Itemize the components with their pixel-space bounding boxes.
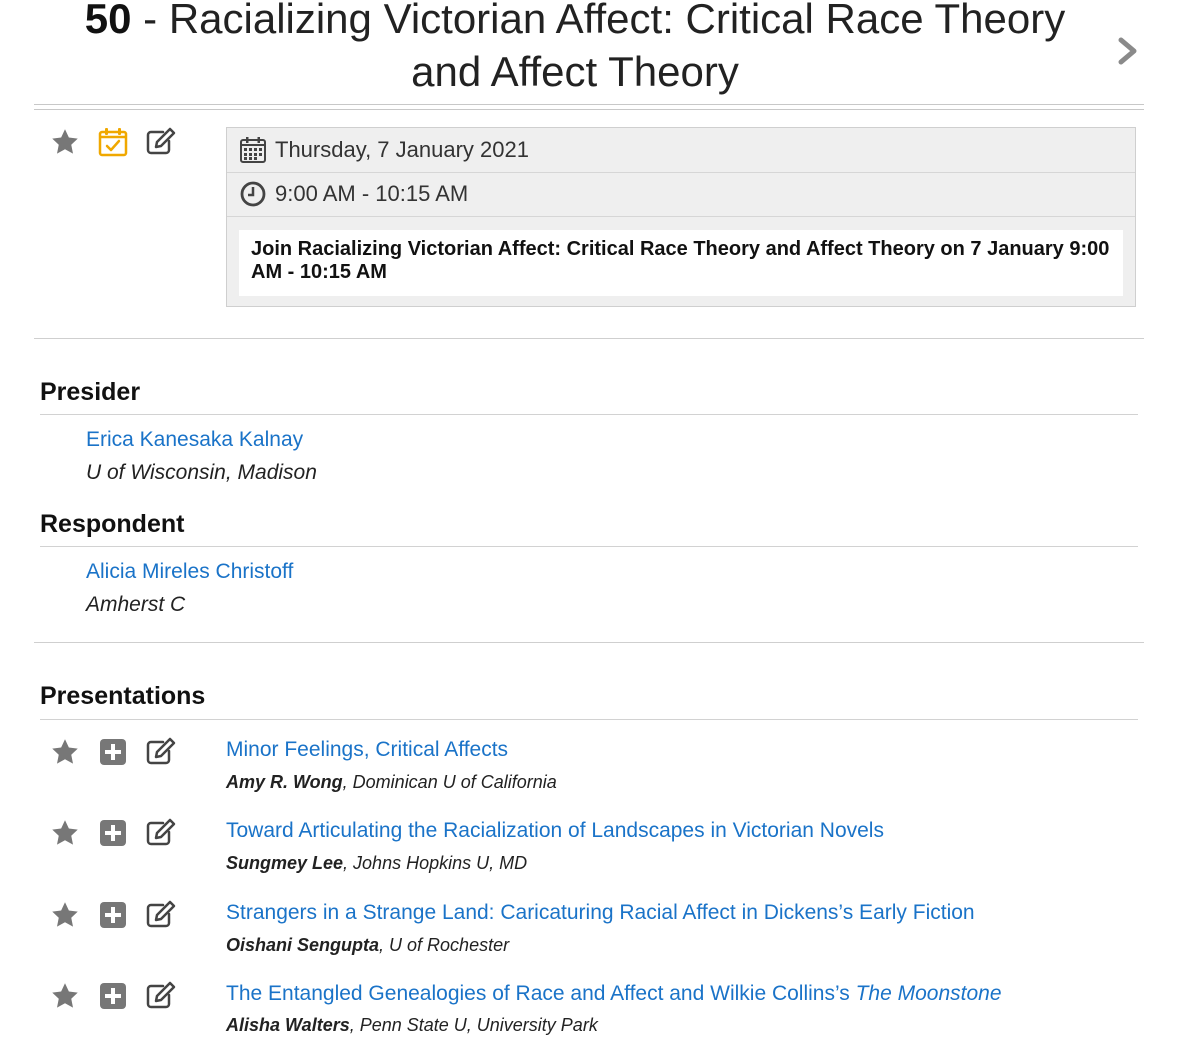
presider-underline [40, 414, 1138, 415]
edit-icon[interactable] [144, 735, 178, 769]
star-icon[interactable] [48, 898, 82, 932]
edit-icon[interactable] [144, 898, 178, 932]
presentation-author: Oishani Sengupta, U of Rochester [226, 935, 509, 956]
presentations-underline [40, 719, 1138, 720]
author-affiliation: , Penn State U, University Park [349, 1015, 598, 1035]
join-link[interactable]: Join Racializing Victorian Affect: Criti… [239, 230, 1123, 296]
schedule-panel: Thursday, 7 January 2021 9:00 AM - 10:15… [226, 127, 1136, 307]
presentation-title-link[interactable]: The Entangled Genealogies of Race and Af… [226, 982, 1002, 1006]
edit-icon[interactable] [144, 125, 178, 159]
presentation-actions [48, 735, 178, 769]
session-title: Racializing Victorian Affect: Critical R… [168, 0, 1066, 95]
presider-heading: Presider [40, 378, 141, 406]
session-number: 50 [84, 0, 132, 42]
presentation-title-link[interactable]: Toward Articulating the Racialization of… [226, 819, 884, 843]
author-affiliation: , Johns Hopkins U, MD [343, 853, 528, 873]
presentation-author: Amy R. Wong, Dominican U of California [226, 772, 557, 793]
presentation-actions [48, 979, 178, 1013]
plus-square-icon[interactable] [96, 816, 130, 850]
title-divider [34, 104, 1144, 110]
author-name: Oishani Sengupta [226, 935, 380, 955]
plus-square-icon[interactable] [96, 735, 130, 769]
title-separator: - [131, 0, 169, 42]
calendar-icon [240, 137, 266, 163]
presentation-title-link[interactable]: Minor Feelings, Critical Affects [226, 738, 508, 762]
section-divider [34, 642, 1144, 643]
star-icon[interactable] [48, 979, 82, 1013]
clock-icon [240, 181, 266, 207]
author-name: Amy R. Wong [226, 772, 343, 792]
presentation-title-link[interactable]: Strangers in a Strange Land: Caricaturin… [226, 901, 975, 925]
respondent-underline [40, 546, 1138, 547]
session-time: 9:00 AM - 10:15 AM [275, 181, 469, 206]
presentations-heading: Presentations [40, 682, 206, 710]
presider-affiliation: U of Wisconsin, Madison [86, 461, 317, 484]
date-row: Thursday, 7 January 2021 [227, 128, 1135, 173]
author-affiliation: , Dominican U of California [342, 772, 557, 792]
presentation-author: Alisha Walters, Penn State U, University… [226, 1015, 598, 1036]
edit-icon[interactable] [144, 979, 178, 1013]
section-divider [34, 338, 1144, 339]
session-date: Thursday, 7 January 2021 [275, 137, 529, 162]
author-name: Sungmey Lee [226, 853, 344, 873]
respondent-affiliation: Amherst C [86, 593, 186, 616]
author-affiliation: , U of Rochester [379, 935, 510, 955]
respondent-name-link[interactable]: Alicia Mireles Christoff [86, 560, 293, 584]
time-row: 9:00 AM - 10:15 AM [227, 172, 1135, 217]
edit-icon[interactable] [144, 816, 178, 850]
presentation-actions [48, 898, 178, 932]
session-actions [48, 125, 178, 159]
calendar-check-icon[interactable] [96, 125, 130, 159]
star-icon[interactable] [48, 816, 82, 850]
plus-square-icon[interactable] [96, 979, 130, 1013]
presentation-author: Sungmey Lee, Johns Hopkins U, MD [226, 853, 527, 874]
presider-name-link[interactable]: Erica Kanesaka Kalnay [86, 428, 303, 452]
respondent-heading: Respondent [40, 510, 185, 538]
page-title: 50 - Racializing Victorian Affect: Criti… [60, 0, 1090, 98]
author-name: Alisha Walters [226, 1015, 350, 1035]
presentation-actions [48, 816, 178, 850]
plus-square-icon[interactable] [96, 898, 130, 932]
chevron-right-icon[interactable] [1114, 36, 1142, 66]
star-icon[interactable] [48, 735, 82, 769]
star-icon[interactable] [48, 125, 82, 159]
